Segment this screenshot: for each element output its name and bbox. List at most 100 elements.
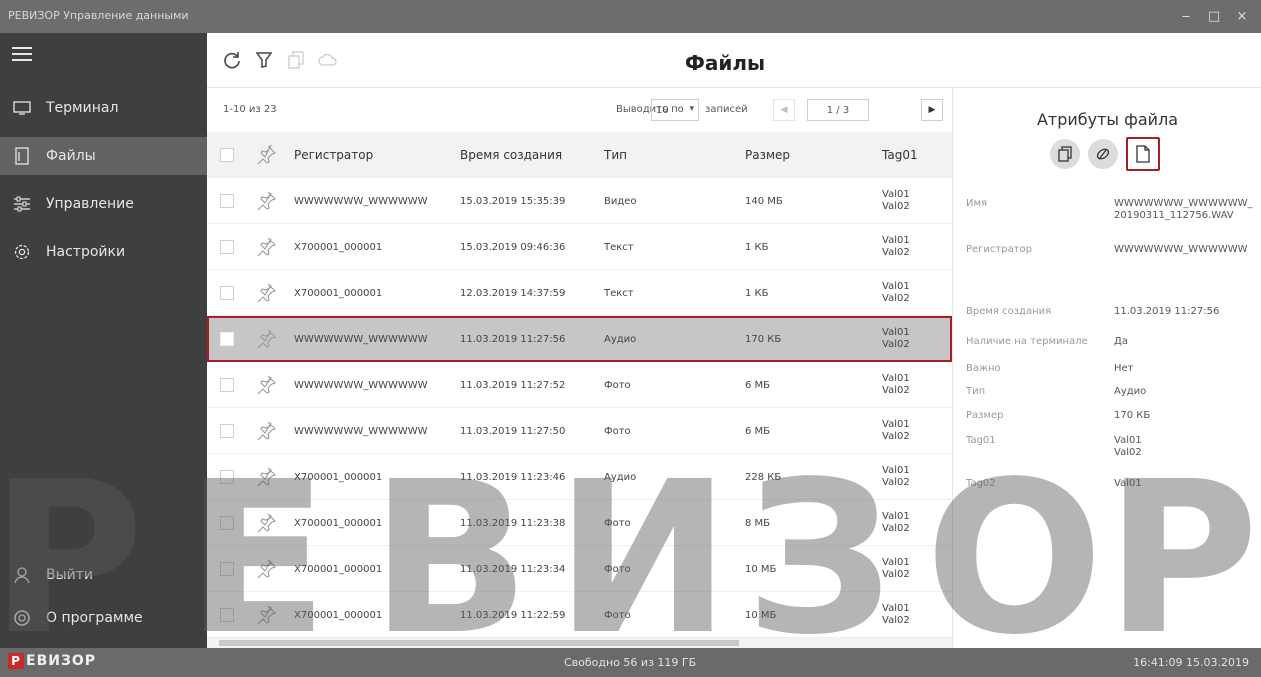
menu-icon[interactable] bbox=[12, 47, 32, 65]
pin-icon[interactable] bbox=[255, 178, 277, 224]
table-row[interactable]: WWWWWWW_WWWWWW 15.03.2019 15:35:39 Видео 14… bbox=[207, 178, 952, 224]
window-controls: ‒ □ × bbox=[1175, 7, 1253, 25]
copy-icon[interactable] bbox=[285, 49, 307, 71]
attributes-panel: Атрибуты файла Имя WWWWWWW_WWWWWW_2019031… bbox=[952, 88, 1261, 648]
attribute-key: Размер bbox=[966, 410, 1004, 421]
row-checkbox[interactable] bbox=[220, 224, 234, 270]
terminal-icon bbox=[12, 98, 32, 118]
file-icon bbox=[12, 146, 32, 166]
next-page-button[interactable]: ▶ bbox=[921, 99, 943, 121]
row-checkbox[interactable] bbox=[220, 592, 234, 638]
row-checkbox[interactable] bbox=[220, 316, 234, 362]
cell-created: 11.03.2019 11:23:38 bbox=[460, 517, 566, 529]
table-row[interactable]: X700001_000001 11.03.2019 11:23:38 Фото 8 М… bbox=[207, 500, 952, 546]
table-row[interactable]: X700001_000001 11.03.2019 11:23:46 Аудио 22… bbox=[207, 454, 952, 500]
file-add-icon[interactable] bbox=[1126, 137, 1160, 171]
attribute-value: Val01 bbox=[1114, 478, 1142, 489]
tag-value: Val01 bbox=[882, 327, 910, 338]
row-checkbox[interactable] bbox=[220, 546, 234, 592]
page-indicator[interactable]: 1 / 3 bbox=[807, 99, 869, 121]
row-checkbox[interactable] bbox=[220, 178, 234, 224]
records-label: записей bbox=[705, 104, 748, 115]
cell-tags: Val01 Val02 bbox=[882, 500, 910, 546]
pin-icon[interactable] bbox=[255, 132, 277, 178]
sidebar-item-logout[interactable]: Выйти bbox=[0, 556, 207, 594]
cell-tags: Val01 Val02 bbox=[882, 316, 910, 362]
table-row[interactable]: X700001_000001 12.03.2019 14:37:59 Текст 1 … bbox=[207, 270, 952, 316]
sidebar-item-management[interactable]: Управление bbox=[0, 185, 207, 223]
cell-type: Видео bbox=[604, 195, 637, 207]
column-header-recorder[interactable]: Регистратор bbox=[294, 132, 373, 178]
table-row[interactable]: WWWWWWW_WWWWWW 11.03.2019 11:27:52 Фото 6 М… bbox=[207, 362, 952, 408]
tag-value: Val01 bbox=[882, 603, 910, 614]
pin-icon[interactable] bbox=[255, 592, 277, 638]
pin-icon[interactable] bbox=[255, 224, 277, 270]
cell-recorder: X700001_000001 bbox=[294, 609, 383, 621]
cell-tags: Val01 Val02 bbox=[882, 270, 910, 316]
cell-size: 170 КБ bbox=[745, 333, 782, 345]
pin-icon[interactable] bbox=[255, 362, 277, 408]
cell-tags: Val01 Val02 bbox=[882, 224, 910, 270]
row-checkbox[interactable] bbox=[220, 270, 234, 316]
select-all-checkbox[interactable] bbox=[220, 132, 234, 178]
cell-created: 11.03.2019 11:23:46 bbox=[460, 471, 566, 483]
cell-recorder: X700001_000001 bbox=[294, 471, 383, 483]
table-row[interactable]: WWWWWWW_WWWWWW 11.03.2019 11:27:50 Фото 6 М… bbox=[207, 408, 952, 454]
sidebar-item-label: Файлы bbox=[46, 148, 96, 164]
table-row[interactable]: X700001_000001 11.03.2019 11:22:59 Фото 10 … bbox=[207, 592, 952, 638]
sidebar-item-settings[interactable]: Настройки bbox=[0, 233, 207, 271]
copy-icon[interactable] bbox=[1050, 139, 1080, 169]
cell-type: Текст bbox=[604, 287, 634, 299]
sidebar-item-terminal[interactable]: Терминал bbox=[0, 89, 207, 127]
table-row[interactable]: X700001_000001 15.03.2019 09:46:36 Текст 1 … bbox=[207, 224, 952, 270]
cloud-icon[interactable] bbox=[317, 49, 339, 71]
close-button[interactable]: × bbox=[1231, 7, 1253, 25]
minimize-button[interactable]: ‒ bbox=[1175, 7, 1197, 25]
prev-page-button[interactable]: ◀ bbox=[773, 99, 795, 121]
horizontal-scrollbar[interactable] bbox=[207, 638, 952, 648]
tag-value: Val02 bbox=[882, 523, 910, 534]
table-row[interactable]: WWWWWWW_WWWWWW 11.03.2019 11:27:56 Аудио 17… bbox=[207, 316, 952, 362]
pin-icon[interactable] bbox=[255, 270, 277, 316]
row-checkbox[interactable] bbox=[220, 408, 234, 454]
gear-icon bbox=[12, 242, 32, 262]
column-header-created[interactable]: Время создания bbox=[460, 132, 562, 178]
column-header-type[interactable]: Тип bbox=[604, 132, 627, 178]
pin-icon[interactable] bbox=[255, 500, 277, 546]
table-row[interactable]: X700001_000001 11.03.2019 11:23:34 Фото 10 … bbox=[207, 546, 952, 592]
row-checkbox[interactable] bbox=[220, 500, 234, 546]
cell-type: Фото bbox=[604, 563, 631, 575]
pin-icon[interactable] bbox=[255, 454, 277, 500]
maximize-button[interactable]: □ bbox=[1203, 7, 1225, 25]
column-header-tag01[interactable]: Tag01 bbox=[882, 132, 918, 178]
tag-value: Val02 bbox=[882, 477, 910, 488]
column-header-size[interactable]: Размер bbox=[745, 132, 790, 178]
cell-type: Текст bbox=[604, 241, 634, 253]
sidebar-item-label: Управление bbox=[46, 196, 134, 212]
tag-value: Val02 bbox=[882, 201, 910, 212]
tag-value: Val02 bbox=[882, 569, 910, 580]
status-bar: Р ЕВИЗОР Свободно 56 из 119 ГБ 16:41:09 … bbox=[0, 648, 1261, 677]
cell-recorder: WWWWWWW_WWWWWW bbox=[294, 333, 428, 345]
sidebar-item-files[interactable]: Файлы bbox=[0, 137, 207, 175]
cell-created: 11.03.2019 11:22:59 bbox=[460, 609, 566, 621]
pin-icon[interactable] bbox=[255, 316, 277, 362]
scrollbar-thumb[interactable] bbox=[219, 640, 739, 646]
attribute-value: Val01 Val02 bbox=[1114, 435, 1142, 458]
sidebar-item-about[interactable]: О программе bbox=[0, 599, 207, 637]
pin-icon[interactable] bbox=[255, 408, 277, 454]
logo-text: ЕВИЗОР bbox=[26, 653, 97, 669]
attribute-key: Тип bbox=[966, 386, 986, 397]
filter-icon[interactable] bbox=[253, 49, 275, 71]
row-checkbox[interactable] bbox=[220, 362, 234, 408]
cell-created: 12.03.2019 14:37:59 bbox=[460, 287, 566, 299]
pin-icon[interactable] bbox=[255, 546, 277, 592]
cell-type: Аудио bbox=[604, 471, 637, 483]
tag-value: Val01 bbox=[882, 465, 910, 476]
tag-value: Val01 bbox=[882, 419, 910, 430]
per-page-select[interactable]: 10 ▾ bbox=[651, 99, 699, 121]
row-checkbox[interactable] bbox=[220, 454, 234, 500]
erase-icon[interactable] bbox=[1088, 139, 1118, 169]
refresh-icon[interactable] bbox=[221, 49, 243, 71]
cell-recorder: X700001_000001 bbox=[294, 287, 383, 299]
